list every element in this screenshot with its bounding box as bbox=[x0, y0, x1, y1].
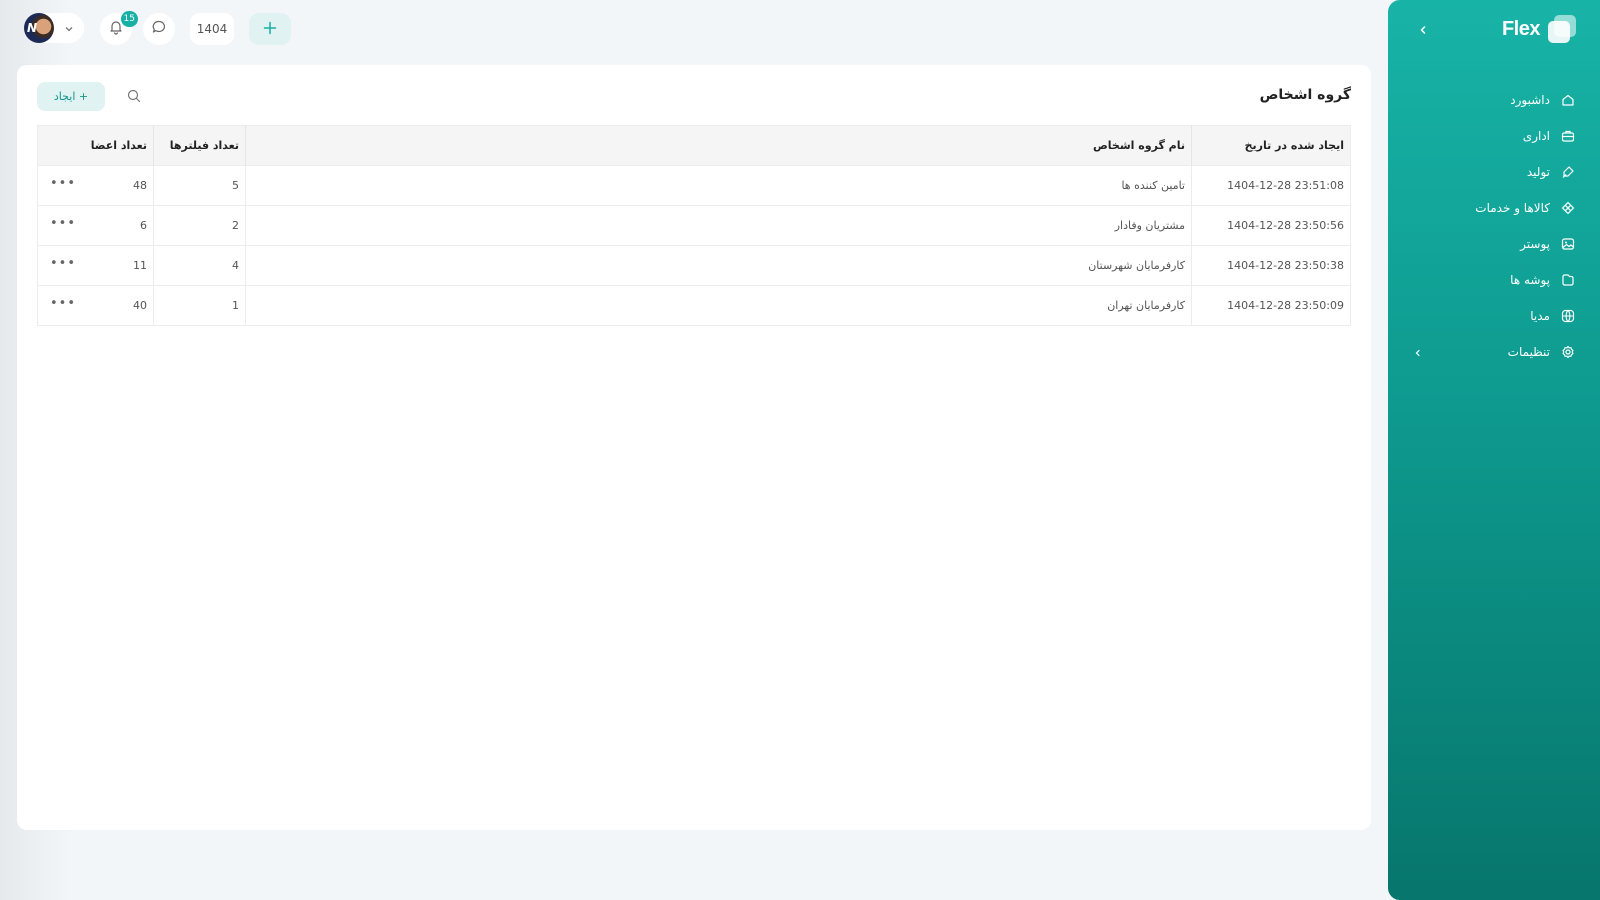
cell-created-at: 1404-12-28 23:50:38 bbox=[1191, 245, 1351, 286]
diamond-grid-icon bbox=[1560, 200, 1576, 216]
cell-filters-count: 1 bbox=[153, 285, 246, 326]
table-row[interactable]: 1404-12-28 23:51:08 تامین کننده ها 5 48 … bbox=[37, 165, 1351, 206]
brand-name: Flex bbox=[1501, 17, 1541, 40]
avatar: N bbox=[24, 13, 54, 43]
sidebar-item-goods-services[interactable]: کالاها و خدمات bbox=[1388, 190, 1600, 226]
cell-group-name: کارفرمایان شهرستان bbox=[245, 245, 1192, 286]
sidebar-item-label: اداری bbox=[1522, 129, 1550, 143]
search-button[interactable] bbox=[125, 88, 143, 106]
notifications-button[interactable]: 15 bbox=[100, 11, 138, 45]
cell-members-count: 48 ••• bbox=[37, 165, 154, 206]
sidebar-item-dashboard[interactable]: داشبورد bbox=[1388, 82, 1600, 118]
table-header-row: ایجاد شده در تاریخ نام گروه اشخاص تعداد … bbox=[37, 125, 1351, 166]
briefcase-icon bbox=[1560, 128, 1576, 144]
chevron-left-icon bbox=[1414, 346, 1422, 360]
sidebar-collapse-button[interactable] bbox=[1412, 18, 1434, 40]
members-count: 40 bbox=[133, 299, 147, 312]
cell-created-at: 1404-12-28 23:51:08 bbox=[1191, 165, 1351, 206]
pen-tool-icon bbox=[1560, 164, 1576, 180]
sidebar-item-label: پوشه ها bbox=[1510, 273, 1550, 287]
cell-group-name: مشتریان وفادار bbox=[245, 205, 1192, 246]
column-group-name[interactable]: نام گروه اشخاص bbox=[245, 125, 1192, 166]
cell-filters-count: 2 bbox=[153, 205, 246, 246]
row-actions-button[interactable]: ••• bbox=[50, 257, 76, 270]
column-members-count[interactable]: تعداد اعضا bbox=[37, 125, 154, 166]
content-card: گروه اشخاص + ایجاد ایجاد شده در تاریخ نا… bbox=[17, 65, 1371, 830]
notification-badge: 15 bbox=[120, 11, 138, 27]
column-created-at[interactable]: ایجاد شده در تاریخ bbox=[1191, 125, 1351, 166]
cell-filters-count: 4 bbox=[153, 245, 246, 286]
sidebar-item-label: داشبورد bbox=[1510, 93, 1550, 107]
sidebar-item-poster[interactable]: پوستر bbox=[1388, 226, 1600, 262]
search-icon bbox=[127, 88, 141, 107]
brand[interactable]: Flex bbox=[1502, 14, 1576, 44]
members-count: 11 bbox=[133, 259, 147, 272]
sidebar-item-label: پوستر bbox=[1520, 237, 1550, 251]
sidebar-item-settings[interactable]: تنظیمات bbox=[1388, 334, 1600, 370]
row-actions-button[interactable]: ••• bbox=[50, 217, 76, 230]
cell-members-count: 6 ••• bbox=[37, 205, 154, 246]
members-count: 48 bbox=[133, 179, 147, 192]
quick-add-button[interactable] bbox=[249, 13, 291, 45]
members-count: 6 bbox=[140, 219, 147, 232]
sidebar-menu: داشبورد اداری تولید کالاها و خدمات پوستر bbox=[1388, 82, 1600, 370]
cell-members-count: 40 ••• bbox=[37, 285, 154, 326]
folder-icon bbox=[1560, 272, 1576, 288]
row-actions-button[interactable]: ••• bbox=[50, 177, 76, 190]
chevron-left-icon bbox=[1418, 20, 1428, 39]
create-button[interactable]: + ایجاد bbox=[37, 82, 105, 111]
cell-created-at: 1404-12-28 23:50:09 bbox=[1191, 285, 1351, 326]
cell-created-at: 1404-12-28 23:50:56 bbox=[1191, 205, 1351, 246]
user-menu[interactable]: N bbox=[24, 13, 84, 43]
table-row[interactable]: 1404-12-28 23:50:09 کارفرمایان تهران 1 4… bbox=[37, 285, 1351, 326]
cell-filters-count: 5 bbox=[153, 165, 246, 206]
chevron-down-icon bbox=[64, 19, 74, 38]
globe-icon bbox=[1560, 308, 1576, 324]
column-filters-count[interactable]: تعداد فیلترها bbox=[153, 125, 246, 166]
sidebar-item-label: مدیا bbox=[1530, 309, 1550, 323]
home-icon bbox=[1560, 92, 1576, 108]
sidebar-item-folders[interactable]: پوشه ها bbox=[1388, 262, 1600, 298]
cell-group-name: کارفرمایان تهران bbox=[245, 285, 1192, 326]
cell-members-count: 11 ••• bbox=[37, 245, 154, 286]
messages-button[interactable] bbox=[143, 13, 175, 45]
page-title: گروه اشخاص bbox=[1259, 87, 1351, 103]
row-actions-button[interactable]: ••• bbox=[50, 297, 76, 310]
sidebar-item-production[interactable]: تولید bbox=[1388, 154, 1600, 190]
chat-icon bbox=[151, 19, 167, 39]
table-row[interactable]: 1404-12-28 23:50:56 مشتریان وفادار 2 6 •… bbox=[37, 205, 1351, 246]
table-row[interactable]: 1404-12-28 23:50:38 کارفرمایان شهرستان 4… bbox=[37, 245, 1351, 286]
gear-icon bbox=[1560, 344, 1576, 360]
sidebar-item-label: تولید bbox=[1526, 165, 1550, 179]
cell-group-name: تامین کننده ها bbox=[245, 165, 1192, 206]
person-groups-table: ایجاد شده در تاریخ نام گروه اشخاص تعداد … bbox=[37, 125, 1351, 326]
fiscal-year-selector[interactable]: 1404 bbox=[190, 13, 234, 45]
sidebar-item-media[interactable]: مدیا bbox=[1388, 298, 1600, 334]
image-icon bbox=[1560, 236, 1576, 252]
sidebar-item-administrative[interactable]: اداری bbox=[1388, 118, 1600, 154]
sidebar: Flex داشبورد اداری تولید کالاها و خدمات … bbox=[1388, 0, 1600, 900]
plus-icon bbox=[263, 20, 277, 39]
flex-logo-icon bbox=[1548, 15, 1576, 43]
sidebar-item-label: کالاها و خدمات bbox=[1475, 201, 1550, 215]
sidebar-item-label: تنظیمات bbox=[1507, 345, 1550, 359]
